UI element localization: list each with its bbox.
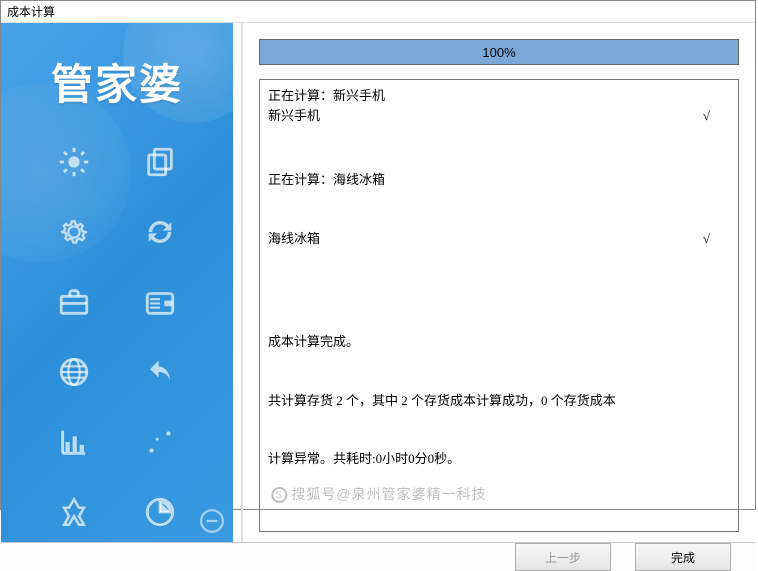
window-title: 成本计算 <box>1 1 755 23</box>
sun-icon <box>31 132 117 192</box>
checkmark-icon: √ <box>703 106 730 126</box>
log-line: 计算异常。共耗时:0小时0分0秒。 <box>268 449 730 469</box>
briefcase-icon <box>31 272 117 332</box>
pie-chart-icon <box>117 482 203 542</box>
log-line: 共计算存货 2 个，其中 2 个存货成本计算成功，0 个存货成本 <box>268 391 730 411</box>
log-line: 海线冰箱 <box>268 229 320 249</box>
log-line: 正在计算：新兴手机 <box>268 86 385 106</box>
finish-button[interactable]: 完成 <box>635 543 731 571</box>
sparkle-icon <box>117 412 203 472</box>
sidebar: 管家婆 <box>1 23 233 542</box>
log-output: 正在计算：新兴手机 新兴手机√ 正在计算：海线冰箱 海线冰箱√ 成本计算完成。 … <box>259 79 739 532</box>
log-line: 正在计算：海线冰箱 <box>268 170 385 190</box>
progress-percent: 100% <box>482 45 515 60</box>
sidebar-icon-grid <box>1 122 233 542</box>
prev-button[interactable]: 上一步 <box>515 543 611 571</box>
wallet-icon <box>117 272 203 332</box>
cost-calculation-dialog: 成本计算 管家婆 <box>0 0 756 510</box>
content-area: 管家婆 <box>1 23 755 542</box>
progress-bar: 100% <box>259 39 739 65</box>
refresh-icon <box>117 202 203 262</box>
log-line: 成本计算完成。 <box>268 332 730 352</box>
globe-icon <box>31 342 117 402</box>
main-panel: 100% 正在计算：新兴手机 新兴手机 √ 正在计算：海线冰箱 海线冰箱 √ 成本计… <box>241 23 755 542</box>
dialog-footer: 上一步 完成 <box>1 542 755 571</box>
log-line: 新兴手机 <box>268 106 320 126</box>
brand-logo: 管家婆 <box>1 23 233 122</box>
copy-icon <box>117 132 203 192</box>
checkmark-icon: √ <box>703 229 730 249</box>
undo-icon <box>117 342 203 402</box>
star-of-david-icon <box>31 482 117 542</box>
bar-chart-icon <box>31 412 117 472</box>
gear-icon <box>31 202 117 262</box>
